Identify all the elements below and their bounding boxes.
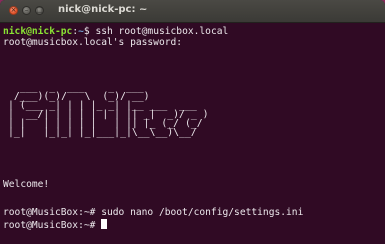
ssh-command: ssh root@musicbox.local xyxy=(95,26,229,37)
current-prompt-line[interactable]: root@MusicBox:~# xyxy=(3,219,108,231)
window-title: nick@nick-pc: ~ xyxy=(58,4,148,15)
minimize-icon: – xyxy=(24,6,29,14)
password-prompt: root@musicbox.local's password: xyxy=(3,37,183,48)
maximize-icon: □ xyxy=(36,6,43,14)
title-bar[interactable]: × – □ nick@nick-pc: ~ xyxy=(0,0,385,23)
close-icon: × xyxy=(10,6,17,14)
command-line-ssh: nick@nick-pc:~$ ssh root@musicbox.local xyxy=(3,26,228,37)
close-button[interactable]: × xyxy=(9,6,18,15)
minimize-button[interactable]: – xyxy=(22,6,31,15)
text-cursor xyxy=(101,219,108,229)
prompt-suffix: $ xyxy=(83,26,96,37)
prompt-user-host: nick@nick-pc xyxy=(3,26,73,37)
terminal-content[interactable]: nick@nick-pc:~$ ssh root@musicbox.local … xyxy=(0,23,385,244)
maximize-button[interactable]: □ xyxy=(35,6,44,15)
command-line-nano: root@MusicBox:~# sudo nano /boot/config/… xyxy=(3,207,304,218)
terminal-window: × – □ nick@nick-pc: ~ nick@nick-pc:~$ ss… xyxy=(0,0,385,244)
pimusicbox-ascii-banner: ___ _ ___ _ ___ /___)(_)/ \ (_)/ __) | (… xyxy=(8,82,209,138)
current-prompt: root@MusicBox:~# xyxy=(3,220,102,231)
welcome-message: Welcome! xyxy=(3,179,50,190)
